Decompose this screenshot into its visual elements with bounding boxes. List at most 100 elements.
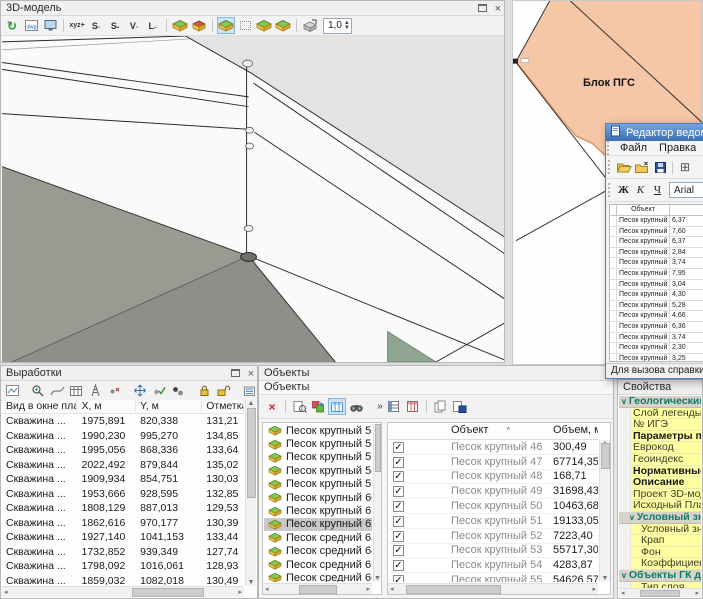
zoom-plus-icon[interactable] (29, 382, 47, 399)
object-list-item[interactable]: Песок крупный 57 (264, 451, 372, 464)
volume-row[interactable]: Песок крупный 2 5,28 (610, 301, 703, 312)
floppy-icon[interactable] (651, 159, 669, 176)
font-family-select[interactable]: Arial ▾ (669, 182, 703, 198)
doc-color-icon[interactable] (309, 398, 327, 415)
toolbar-grip[interactable] (608, 160, 612, 174)
object-table-row[interactable]: ✓Песок крупный 4767714,35 (389, 455, 598, 470)
column-header[interactable]: Вид в окне плана (2, 400, 77, 413)
column-checkbox[interactable] (389, 424, 447, 439)
tower-icon[interactable] (86, 382, 104, 399)
objects-table-vertical-scrollbar[interactable]: ▲ ▼ (599, 440, 610, 582)
property-row[interactable]: Фон (619, 547, 701, 559)
collapse-arrow-icon[interactable]: ∨ (621, 571, 627, 580)
property-row[interactable]: Описание (619, 477, 701, 489)
vyrabotki-horizontal-scrollbar[interactable]: ◂ ▸ (2, 586, 244, 597)
menu-файл[interactable]: Файл (614, 142, 653, 154)
object-list-item[interactable]: Песок средний 66 (264, 571, 372, 582)
column-object[interactable]: Объект (617, 205, 670, 215)
move-icon[interactable] (131, 382, 149, 399)
slab-icon[interactable] (171, 17, 189, 34)
vertical-splitter[interactable] (505, 0, 512, 365)
spin-down-icon[interactable]: ▼ (344, 26, 350, 31)
row-selector[interactable] (610, 354, 617, 362)
l-letter-icon[interactable]: L⌐ (144, 17, 162, 34)
delete-x-icon[interactable]: × (263, 398, 281, 415)
borehole-row[interactable]: Скважина ...1990,230995,270134,85 (2, 429, 244, 444)
object-table-row[interactable]: ✓Песок крупный 48168,71 (389, 470, 598, 485)
row-selector[interactable] (610, 258, 617, 268)
row-selector[interactable] (610, 227, 617, 237)
lock-icon[interactable] (195, 382, 213, 399)
object-list-item[interactable]: Песок крупный 61 (264, 504, 372, 517)
collapse-arrow-icon[interactable]: ∨ (621, 397, 627, 406)
scroll-right-icon[interactable]: ▸ (592, 585, 596, 593)
object-table-row[interactable]: ✓Песок крупный 46300,49 (389, 440, 598, 455)
toolbar-grip[interactable] (608, 183, 612, 197)
volume-row[interactable]: Песок крупный 2 2,84 (610, 248, 703, 259)
objects-table-horizontal-scrollbar[interactable]: ◂ ▸ (388, 583, 598, 594)
collapse-arrow-icon[interactable]: ∨ (629, 513, 635, 522)
column-object[interactable]: Объект^ (447, 424, 549, 439)
row-selector[interactable] (610, 311, 617, 321)
object-table-row[interactable]: ✓Песок крупный 5010463,68 (389, 499, 598, 514)
scrollbar-thumb[interactable] (132, 588, 204, 597)
property-group-row[interactable]: ∨Условный знак сло (619, 512, 701, 524)
binoculars-icon[interactable] (347, 398, 365, 415)
box-red-icon[interactable] (190, 17, 208, 34)
curve-arrow-icon[interactable] (48, 382, 66, 399)
objects-list-vertical-scrollbar[interactable]: ▼ (373, 424, 381, 582)
column-header[interactable]: Отметка H, м (202, 400, 244, 413)
grid-red-icon[interactable] (404, 398, 422, 415)
object-table-row[interactable]: ✓Песок крупный 5355717,30 (389, 544, 598, 559)
scroll-up-icon[interactable]: ▲ (248, 400, 255, 407)
row-checkbox[interactable]: ✓ (393, 471, 404, 482)
property-row[interactable]: Нормативные и рас (619, 466, 701, 478)
object-table-row[interactable]: ✓Песок крупный 5554626,57 (389, 573, 598, 582)
volume-row[interactable]: Песок крупный 3 3,25 (610, 354, 703, 362)
property-row[interactable]: Условный знак ф (619, 524, 701, 536)
scrollbar-thumb[interactable] (247, 408, 256, 498)
slab-icon[interactable] (274, 17, 292, 34)
object-table-row[interactable]: ✓Песок крупный 5119133,05 (389, 514, 598, 529)
row-selector[interactable] (610, 248, 617, 258)
row-checkbox[interactable]: ✓ (393, 516, 404, 527)
property-row[interactable]: Геоиндекс (619, 454, 701, 466)
xyz-icon[interactable]: xyz+ (68, 17, 86, 34)
chart-view-icon[interactable] (3, 382, 21, 399)
row-selector[interactable] (610, 301, 617, 311)
row-selector[interactable] (610, 343, 617, 353)
scrollbar-thumb[interactable] (601, 443, 610, 469)
row-selector[interactable] (610, 269, 617, 279)
scrollbar-thumb[interactable] (299, 585, 337, 594)
object-list-item[interactable]: Песок средний 63 (264, 531, 372, 544)
borehole-row[interactable]: Скважина ...1732,852939,349127,74 (2, 545, 244, 560)
column-volume[interactable]: Объем, м3 (549, 424, 598, 439)
borehole-row[interactable]: Скважина ...1859,0321082,018130,49 (2, 574, 244, 587)
volume-row[interactable]: Песок крупный 2 7,95 (610, 269, 703, 280)
table-ico-icon[interactable] (67, 382, 85, 399)
dwg-icon[interactable]: dwg (22, 17, 40, 34)
scroll-right-icon[interactable]: ▸ (238, 588, 242, 596)
property-row[interactable]: Еврокод (619, 442, 701, 454)
row-checkbox[interactable]: ✓ (393, 531, 404, 542)
volume-row[interactable]: Песок крупный 2 3,04 (610, 280, 703, 291)
borehole-row[interactable]: Скважина ...1808,129887,013129,53 (2, 501, 244, 516)
property-row[interactable]: Параметры подробн (619, 431, 701, 443)
objects-section-header[interactable]: Объекты (259, 381, 613, 395)
row-checkbox[interactable]: ✓ (393, 486, 404, 497)
close-icon[interactable]: × (248, 368, 254, 380)
borehole-row[interactable]: Скважина ...1995,056868,336133,64 (2, 443, 244, 458)
volume-row[interactable]: Песок крупный 2 4,30 (610, 290, 703, 301)
object-table-row[interactable]: ✓Песок крупный 4931698,43 (389, 484, 598, 499)
monitor-icon[interactable] (41, 17, 59, 34)
borehole-row[interactable]: Скважина ...1862,616970,177130,39 (2, 516, 244, 531)
borehole-row[interactable]: Скважина ...2022,492879,844135,02 (2, 458, 244, 473)
column-volume[interactable]: Объем, м3 (670, 205, 703, 215)
property-group-row[interactable]: ∨Объекты ГК для ф (619, 570, 701, 582)
vyrabotki-vertical-scrollbar[interactable]: ▲ ▼ (245, 400, 256, 586)
doc-search-icon[interactable] (290, 398, 308, 415)
volume-row[interactable]: Песок крупный 2 6,37 (610, 216, 703, 227)
scroll-left-icon[interactable]: ◂ (621, 589, 625, 597)
underline-button[interactable]: Ч (649, 182, 666, 198)
slab-active-icon[interactable] (217, 17, 235, 34)
